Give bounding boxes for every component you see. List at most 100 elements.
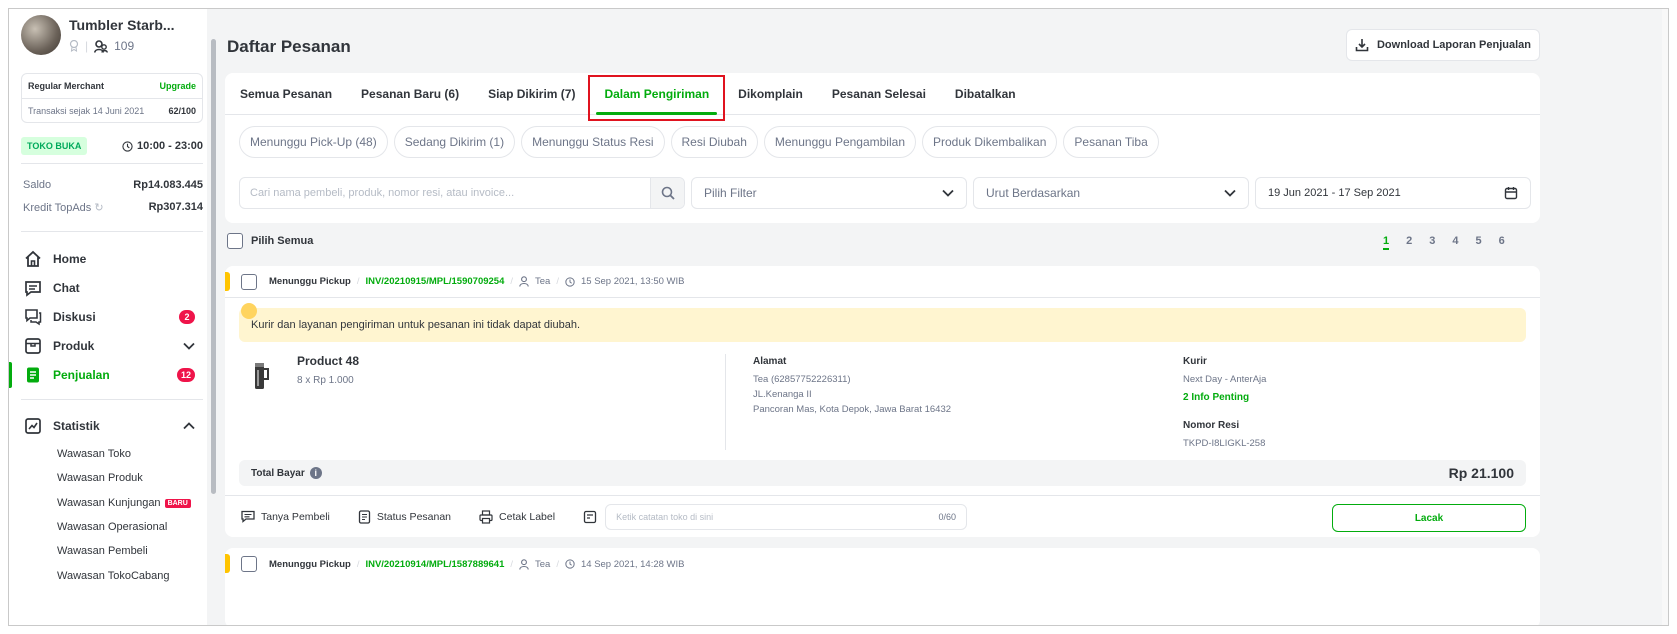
- merchant-tier: Regular Merchant: [28, 81, 105, 91]
- tumbler-product-image: [255, 363, 269, 389]
- kredit-row[interactable]: Kredit TopAds ↻ Rp307.314: [23, 201, 203, 214]
- store-open-badge[interactable]: TOKO BUKA: [21, 137, 88, 155]
- merchant-score: 62/100: [168, 105, 196, 116]
- sidebar-item-chat[interactable]: Chat: [9, 273, 207, 303]
- tab-dikomplain[interactable]: Dikomplain: [738, 73, 803, 115]
- page-2[interactable]: 2: [1406, 235, 1412, 250]
- select-all-checkbox[interactable]: [227, 233, 243, 249]
- chip-pesanan-tiba[interactable]: Pesanan Tiba: [1063, 126, 1159, 158]
- chip-menunggu-status-resi[interactable]: Menunggu Status Resi: [521, 126, 665, 158]
- total-label: Total Bayar i: [251, 467, 322, 479]
- courier-value: Next Day - AnterAja: [1183, 374, 1267, 385]
- chip-resi-diubah[interactable]: Resi Diubah: [670, 126, 758, 158]
- filter-select[interactable]: Pilih Filter: [691, 177, 967, 209]
- column-divider: [725, 354, 726, 450]
- chat-icon: [23, 278, 43, 298]
- track-button[interactable]: Lacak: [1332, 504, 1526, 532]
- tab-semua-pesanan[interactable]: Semua Pesanan: [240, 73, 332, 115]
- saldo-row[interactable]: Saldo Rp14.083.445: [23, 179, 203, 191]
- invoice-link[interactable]: INV/20210915/MPL/1590709254: [365, 276, 504, 287]
- order-status: Menunggu Pickup: [269, 276, 351, 287]
- address-name: Tea (62857752226311): [753, 374, 851, 385]
- courier-info-link[interactable]: 2 Info Penting: [1183, 392, 1249, 403]
- tab-pesanan-baru[interactable]: Pesanan Baru (6): [361, 73, 459, 115]
- chevron-down-icon: [183, 339, 195, 353]
- shop-profile[interactable]: Tumbler Starb... | 109: [21, 15, 201, 63]
- separator: /: [510, 558, 514, 570]
- chip-sedang-dikirim[interactable]: Sedang Dikirim (1): [393, 126, 516, 158]
- product-name[interactable]: Product 48: [297, 354, 359, 368]
- separator: /: [556, 558, 559, 570]
- tab-dalam-pengiriman[interactable]: Dalam Pengiriman: [588, 73, 725, 121]
- print-label-text: Cetak Label: [499, 510, 556, 523]
- page-3[interactable]: 3: [1429, 235, 1435, 250]
- invoice-link[interactable]: INV/20210914/MPL/1587889641: [365, 559, 504, 570]
- date-range-picker[interactable]: 19 Jun 2021 - 17 Sep 2021: [1255, 177, 1531, 209]
- sidebar-subitem-wawasan-pembeli[interactable]: Wawasan Pembeli: [57, 545, 148, 557]
- page-scrollbar[interactable]: [1662, 9, 1668, 625]
- printer-icon: [479, 509, 493, 524]
- chip-menunggu-pengambilan[interactable]: Menunggu Pengambilan: [763, 126, 916, 158]
- sidebar-subitem-wawasan-produk[interactable]: Wawasan Produk: [57, 472, 143, 484]
- sales-receipt-icon: [23, 365, 43, 385]
- sidebar-subitem-wawasan-tokocabang[interactable]: Wawasan TokoCabang: [57, 570, 170, 582]
- separator: /: [510, 276, 514, 287]
- status-indicator-bar: [225, 272, 230, 291]
- buyer-name: Tea: [535, 558, 551, 570]
- print-label-button[interactable]: Cetak Label: [479, 509, 556, 524]
- sidebar-subitem-wawasan-kunjungan[interactable]: Wawasan Kunjungan BARU: [57, 497, 191, 509]
- download-icon: [1355, 39, 1369, 52]
- tab-siap-dikirim[interactable]: Siap Dikirim (7): [488, 73, 575, 115]
- order-checkbox[interactable]: [241, 556, 257, 572]
- search-icon: [661, 186, 675, 200]
- order-checkbox[interactable]: [241, 273, 257, 290]
- divider: [21, 231, 203, 232]
- sidebar-scrollbar[interactable]: [211, 39, 216, 494]
- kredit-label: Kredit TopAds ↻: [23, 202, 104, 214]
- sidebar-item-home[interactable]: Home: [9, 244, 207, 274]
- tab-pesanan-selesai[interactable]: Pesanan Selesai: [832, 73, 926, 115]
- sidebar-subitem-wawasan-operasional[interactable]: Wawasan Operasional: [57, 521, 167, 533]
- saldo-value: Rp14.083.445: [133, 179, 203, 191]
- followers-count: 109: [114, 39, 135, 53]
- chevron-down-icon: [1224, 189, 1236, 197]
- tab-dibatalkan[interactable]: Dibatalkan: [955, 73, 1016, 115]
- sidebar-item-produk[interactable]: Produk: [9, 331, 207, 361]
- warning-icon: [241, 303, 257, 319]
- address-line2: Pancoran Mas, Kota Depok, Jawa Barat 164…: [753, 404, 952, 415]
- resi-value: TKPD-I8LIGKL-258: [1183, 438, 1266, 449]
- chip-produk-dikembalikan[interactable]: Produk Dikembalikan: [922, 126, 1058, 158]
- sort-select-label: Urut Berdasarkan: [986, 186, 1081, 200]
- hours-text: 10:00 - 23:00: [136, 140, 203, 152]
- info-icon[interactable]: i: [309, 467, 322, 479]
- page-4[interactable]: 4: [1452, 235, 1458, 250]
- sidebar-item-label: Penjualan: [53, 368, 110, 382]
- clock-icon: [122, 140, 133, 152]
- sidebar-item-penjualan[interactable]: Penjualan 12: [9, 360, 207, 390]
- new-badge: BARU: [164, 498, 191, 508]
- shop-name: Tumbler Starb...: [69, 17, 175, 33]
- page-6[interactable]: 6: [1499, 235, 1505, 250]
- sidebar-item-diskusi[interactable]: Diskusi 2: [9, 302, 207, 332]
- sidebar-subitem-wawasan-toko[interactable]: Wawasan Toko: [57, 448, 131, 460]
- download-report-button[interactable]: Download Laporan Penjualan: [1346, 29, 1540, 61]
- sort-select[interactable]: Urut Berdasarkan: [973, 177, 1249, 209]
- sidebar-item-statistik[interactable]: Statistik: [9, 411, 207, 441]
- address-label: Alamat: [753, 356, 787, 367]
- order-datetime: 15 Sep 2021, 13:50 WIB: [580, 276, 685, 287]
- penjualan-count-badge: 12: [176, 368, 195, 382]
- upgrade-link[interactable]: Upgrade: [159, 81, 196, 91]
- app-frame: Tumbler Starb... | 109 Regular Merchant …: [8, 8, 1669, 626]
- select-all-label: Pilih Semua: [251, 235, 314, 247]
- chip-menunggu-pickup[interactable]: Menunggu Pick-Up (48): [239, 126, 388, 158]
- store-note-input[interactable]: [616, 511, 897, 522]
- page-5[interactable]: 5: [1476, 235, 1482, 250]
- page-1[interactable]: 1: [1383, 235, 1390, 250]
- search-button[interactable]: [650, 178, 684, 208]
- search-input[interactable]: [240, 187, 650, 199]
- order-status-button[interactable]: Status Pesanan: [358, 509, 451, 524]
- saldo-label: Saldo: [23, 179, 52, 191]
- ask-buyer-button[interactable]: Tanya Pembeli: [241, 510, 330, 523]
- order-status-icon: [358, 509, 371, 524]
- sidebar-item-label: Statistik: [53, 419, 100, 433]
